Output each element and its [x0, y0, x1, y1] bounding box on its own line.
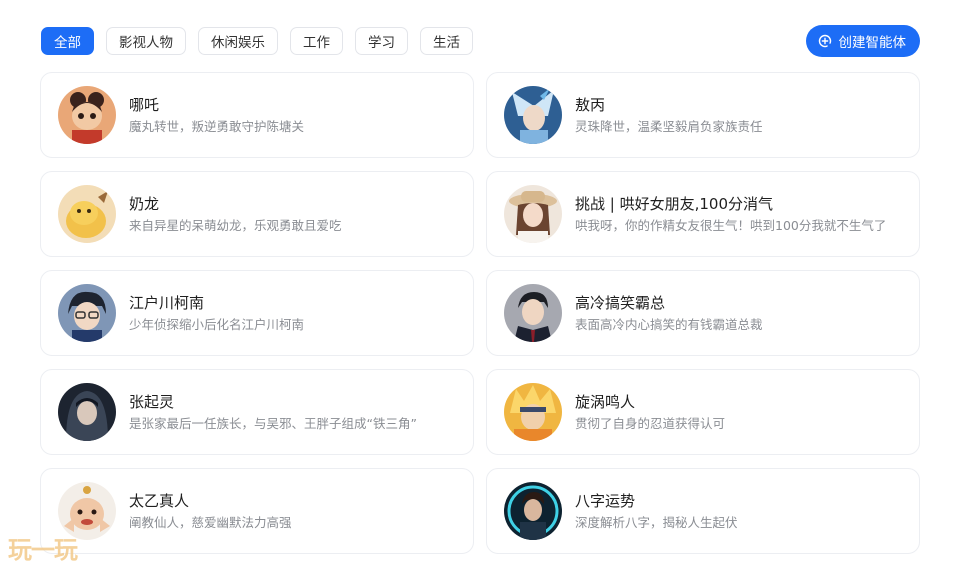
agent-name: 江户川柯南	[129, 293, 205, 312]
agent-description: 魔丸转世，叛逆勇敢守护陈塘关	[129, 118, 305, 134]
watermark-logo: 玩一玩	[8, 536, 78, 563]
avatar	[504, 482, 562, 540]
avatar	[58, 284, 116, 342]
agent-description: 灵珠降世，温柔坚毅肩负家族责任	[575, 118, 763, 134]
agent-description: 表面高冷内心搞笑的有钱霸道总裁	[575, 316, 763, 332]
tab-work[interactable]: 工作	[290, 27, 343, 55]
agent-name: 哪吒	[129, 95, 160, 114]
avatar	[58, 383, 116, 441]
agent-card[interactable]: 高冷搞笑霸总 表面高冷内心搞笑的有钱霸道总裁	[486, 270, 920, 356]
agent-name: 挑战 | 哄好女朋友,100分消气	[575, 194, 773, 213]
tab-leisure[interactable]: 休闲娱乐	[198, 27, 278, 55]
agent-gallery-page: 全部 影视人物 休闲娱乐 工作 学习 生活 创建智能体 哪吒 魔丸转世，叛逆勇敢…	[0, 0, 975, 563]
avatar	[58, 86, 116, 144]
agent-description: 贯彻了自身的忍道获得认可	[575, 415, 726, 431]
agent-card[interactable]: 哪吒 魔丸转世，叛逆勇敢守护陈塘关	[40, 72, 474, 158]
filter-bar: 全部 影视人物 休闲娱乐 工作 学习 生活 创建智能体	[41, 25, 920, 57]
tab-life[interactable]: 生活	[420, 27, 473, 55]
avatar	[58, 185, 116, 243]
avatar	[504, 86, 562, 144]
create-agent-button[interactable]: 创建智能体	[805, 25, 920, 57]
agent-description: 阐教仙人，慈爱幽默法力高强	[129, 514, 292, 530]
agent-card[interactable]: 挑战 | 哄好女朋友,100分消气 哄我呀，你的作精女友很生气！哄到100分我就…	[486, 171, 920, 257]
category-tabs: 全部 影视人物 休闲娱乐 工作 学习 生活	[41, 27, 473, 55]
agent-description: 来自异星的呆萌幼龙，乐观勇敢且爱吃	[129, 217, 342, 233]
tab-all[interactable]: 全部	[41, 27, 94, 55]
plus-circle-icon	[818, 34, 832, 48]
agent-card[interactable]: 张起灵 是张家最后一任族长，与吴邪、王胖子组成“铁三角”	[40, 369, 474, 455]
agent-description: 是张家最后一任族长，与吴邪、王胖子组成“铁三角”	[129, 415, 417, 431]
avatar	[504, 284, 562, 342]
agent-name: 高冷搞笑霸总	[575, 293, 666, 312]
create-agent-label: 创建智能体	[838, 35, 907, 51]
avatar	[504, 383, 562, 441]
tab-film-characters[interactable]: 影视人物	[106, 27, 186, 55]
agent-name: 敖丙	[575, 95, 606, 114]
agent-name: 张起灵	[129, 392, 175, 411]
agent-name: 奶龙	[129, 194, 160, 213]
avatar	[504, 185, 562, 243]
agent-card[interactable]: 敖丙 灵珠降世，温柔坚毅肩负家族责任	[486, 72, 920, 158]
agent-name: 旋涡鸣人	[575, 392, 636, 411]
agent-name: 八字运势	[575, 491, 636, 510]
agent-card[interactable]: 旋涡鸣人 贯彻了自身的忍道获得认可	[486, 369, 920, 455]
agent-card[interactable]: 江户川柯南 少年侦探缩小后化名江户川柯南	[40, 270, 474, 356]
agent-description: 哄我呀，你的作精女友很生气！哄到100分我就不生气了	[575, 217, 887, 233]
tab-study[interactable]: 学习	[355, 27, 408, 55]
agent-card[interactable]: 八字运势 深度解析八字，揭秘人生起伏	[486, 468, 920, 554]
agent-card-grid: 哪吒 魔丸转世，叛逆勇敢守护陈塘关 敖丙 灵珠降世，温柔坚毅肩负家族责任 奶龙 …	[40, 72, 920, 554]
agent-card[interactable]: 太乙真人 阐教仙人，慈爱幽默法力高强	[40, 468, 474, 554]
agent-description: 少年侦探缩小后化名江户川柯南	[129, 316, 305, 332]
agent-card[interactable]: 奶龙 来自异星的呆萌幼龙，乐观勇敢且爱吃	[40, 171, 474, 257]
agent-name: 太乙真人	[129, 491, 190, 510]
agent-description: 深度解析八字，揭秘人生起伏	[575, 514, 738, 530]
